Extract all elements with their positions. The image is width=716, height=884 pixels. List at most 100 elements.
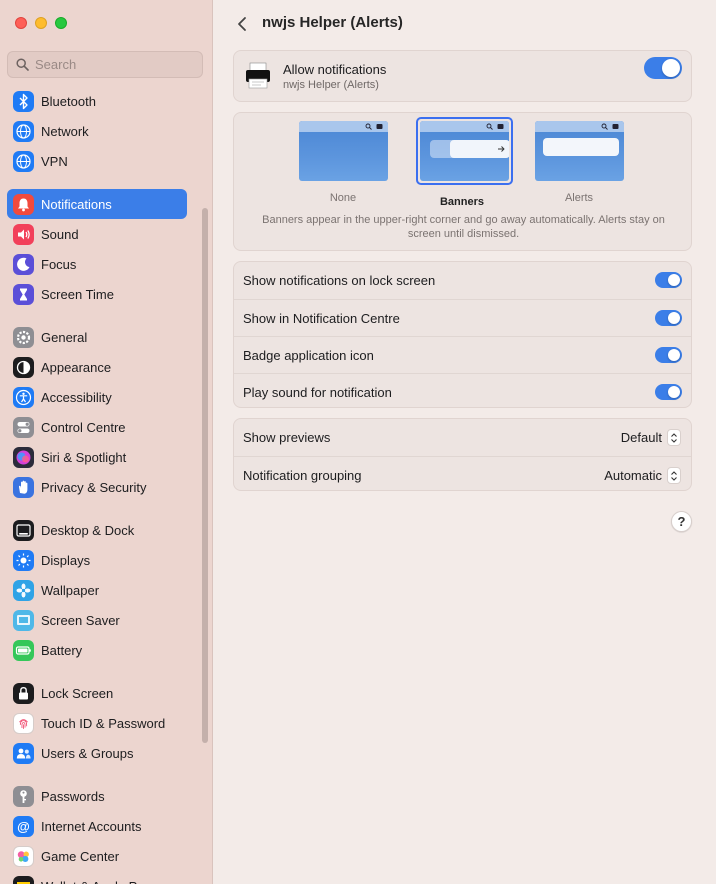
control-centre-icon	[376, 124, 382, 129]
focus-icon	[13, 253, 34, 275]
sidebar-item-label: Notifications	[41, 196, 112, 212]
sidebar-item-general[interactable]: General	[7, 322, 187, 352]
sidebar-item-game-center[interactable]: Game Center	[7, 841, 187, 871]
accessibility-icon	[13, 386, 34, 408]
sidebar-item-label: Focus	[41, 256, 77, 272]
bluetooth-icon	[13, 90, 34, 112]
sidebar-item-vpn[interactable]: VPN	[7, 146, 187, 176]
help-button[interactable]: ?	[671, 511, 692, 532]
menu-bar	[298, 121, 388, 132]
sidebar-item-wallpaper[interactable]: Wallpaper	[7, 575, 187, 605]
alert-style-alerts[interactable]: Alerts	[533, 121, 625, 204]
sidebar-item-accessibility[interactable]: Accessibility	[7, 382, 187, 412]
sidebar-item-notifications[interactable]: Notifications	[7, 189, 187, 219]
sidebar-item-network[interactable]: Network	[7, 116, 187, 146]
sidebar-item-battery[interactable]: Battery	[7, 635, 187, 665]
sidebar-item-lock-screen[interactable]: Lock Screen	[7, 678, 187, 708]
search-input[interactable]	[35, 57, 195, 72]
sidebar-list: Bluetooth Network VPN Notifications Sound Foc…	[0, 86, 212, 884]
alert-style-banners-label: Banners	[439, 196, 485, 208]
menu-bar	[534, 121, 624, 132]
alert-style-banners-preview	[420, 121, 509, 181]
sidebar-item-label: VPN	[41, 153, 68, 169]
sidebar-item-users-groups[interactable]: Users & Groups	[7, 738, 187, 768]
show-previews-value: Default	[620, 430, 662, 445]
notification-grouping-select[interactable]: Automatic	[604, 467, 681, 484]
sidebar-item-screen-saver[interactable]: Screen Saver	[7, 605, 187, 635]
sidebar-scrollbar[interactable]	[202, 208, 208, 743]
show-previews-row: Show previews Default	[234, 419, 691, 456]
vpn-icon	[13, 150, 34, 172]
sidebar-item-label: General	[41, 329, 88, 345]
badge-icon-toggle[interactable]	[655, 347, 682, 363]
close-window-button[interactable]	[15, 17, 27, 29]
alert-style-description: Banners appear in the upper-right corner…	[262, 214, 665, 240]
sound-icon	[13, 223, 34, 245]
sidebar-item-appearance[interactable]: Appearance	[7, 352, 187, 382]
sidebar-item-label: Wallpaper	[41, 582, 100, 598]
printer-app-icon	[246, 62, 270, 89]
sidebar-item-label: Screen Time	[41, 286, 114, 302]
allow-notifications-card: Allow notifications nwjs Helper (Alerts)	[233, 50, 692, 102]
sidebar-item-touch-id-password[interactable]: Touch ID & Password	[7, 708, 187, 738]
chevron-updown-icon	[667, 467, 681, 484]
sidebar-item-label: Displays	[41, 552, 91, 568]
sidebar-item-bluetooth[interactable]: Bluetooth	[7, 86, 187, 116]
sidebar-item-desktop-dock[interactable]: Desktop & Dock	[7, 515, 187, 545]
sidebar-item-privacy-security[interactable]: Privacy & Security	[7, 472, 187, 502]
menu-bar	[420, 121, 509, 132]
banner-front	[450, 140, 509, 158]
play-sound-toggle[interactable]	[655, 384, 682, 400]
notification-options-card: Show notifications on lock screen Show i…	[233, 261, 692, 408]
back-button[interactable]	[232, 13, 252, 35]
alert-style-none[interactable]: None	[297, 121, 389, 204]
notification-grouping-value: Automatic	[604, 468, 662, 483]
lock-screen-row: Show notifications on lock screen	[234, 262, 691, 299]
sidebar-item-passwords[interactable]: Passwords	[7, 781, 187, 811]
chevron-updown-icon	[667, 429, 681, 446]
screen-saver-icon	[13, 609, 34, 631]
siri-icon	[13, 446, 34, 468]
sidebar-item-wallet-apple-pay[interactable]: Wallet & Apple Pay	[7, 871, 187, 884]
sidebar-item-label: Lock Screen	[41, 685, 114, 701]
badge-icon-row: Badge application icon	[234, 336, 691, 373]
network-icon	[13, 120, 34, 142]
sidebar-item-displays[interactable]: Displays	[7, 545, 187, 575]
alert-preview	[542, 138, 619, 156]
game-center-icon	[13, 845, 34, 867]
notification-grouping-label: Notification grouping	[243, 467, 362, 483]
sidebar-search[interactable]	[7, 51, 203, 78]
alert-style-alerts-preview	[534, 121, 624, 181]
main-pane: nwjs Helper (Alerts) Allow notifications…	[214, 0, 716, 884]
sidebar-item-internet-accounts[interactable]: @ Internet Accounts	[7, 811, 187, 841]
selected-outline	[416, 117, 513, 185]
show-previews-label: Show previews	[243, 430, 331, 445]
alert-style-alerts-label: Alerts	[564, 192, 594, 204]
sidebar-item-label: Accessibility	[41, 389, 112, 405]
notification-centre-toggle[interactable]	[655, 310, 682, 326]
lock-screen-toggle[interactable]	[655, 272, 682, 288]
sidebar-item-label: Appearance	[41, 359, 112, 375]
minimize-window-button[interactable]	[35, 17, 47, 29]
sidebar-item-focus[interactable]: Focus	[7, 249, 187, 279]
sidebar-item-siri-spotlight[interactable]: Siri & Spotlight	[7, 442, 187, 472]
toggle-knob	[662, 59, 680, 77]
header: nwjs Helper (Alerts)	[214, 0, 716, 48]
svg-text:@: @	[17, 819, 30, 834]
allow-notifications-toggle[interactable]	[644, 57, 682, 79]
toggle-knob	[668, 386, 680, 398]
maximize-window-button[interactable]	[55, 17, 67, 29]
toggle-knob	[668, 312, 680, 324]
show-previews-select[interactable]: Default	[621, 429, 681, 446]
alert-style-banners[interactable]: Banners	[416, 117, 513, 208]
alert-style-card: None Banners Alerts Banners appear in th…	[233, 112, 692, 251]
wallpaper-icon	[13, 579, 34, 601]
sidebar-item-label: Sound	[41, 226, 79, 242]
preview-grouping-card: Show previews Default Notification group…	[233, 418, 692, 491]
sidebar-item-control-centre[interactable]: Control Centre	[7, 412, 187, 442]
sidebar-item-sound[interactable]: Sound	[7, 219, 187, 249]
sidebar-item-screen-time[interactable]: Screen Time	[7, 279, 187, 309]
